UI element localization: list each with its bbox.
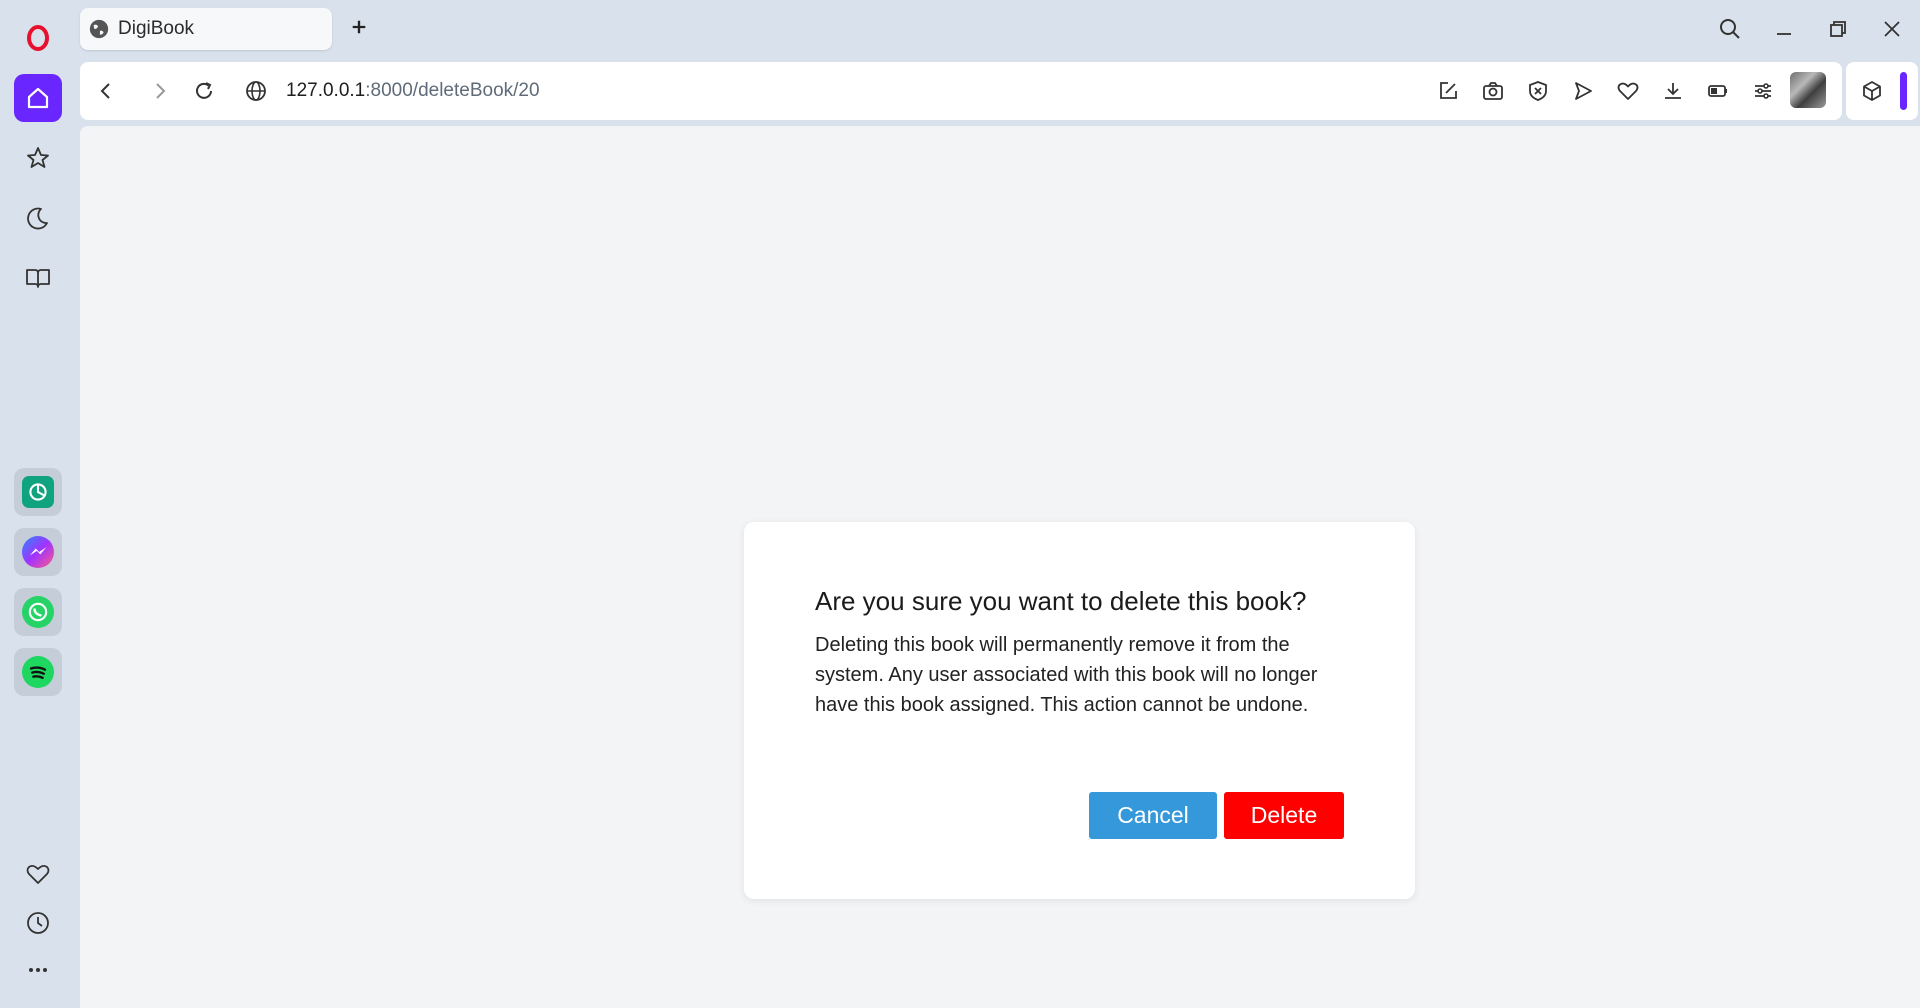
share-button[interactable]: [1432, 75, 1464, 107]
moon-icon: [27, 207, 48, 230]
search-tabs-button[interactable]: [1712, 12, 1748, 46]
battery-icon: [1708, 85, 1727, 97]
sidebar-item-home[interactable]: [14, 74, 62, 122]
heart-icon: [26, 864, 50, 884]
battery-saver-button[interactable]: [1702, 75, 1734, 107]
downloads-button[interactable]: [1657, 75, 1689, 107]
url-path: :8000/deleteBook/20: [365, 80, 540, 101]
sidebar-app-chatgpt[interactable]: [14, 468, 62, 516]
tab-title: DigiBook: [118, 18, 195, 39]
opera-logo-icon[interactable]: [14, 14, 62, 62]
send-icon: [1575, 82, 1592, 100]
dialog-message: Deleting this book will permanently remo…: [815, 634, 1318, 716]
sidebar-item-favorites[interactable]: [14, 850, 62, 898]
search-icon: [1720, 19, 1740, 39]
star-icon: [27, 147, 49, 168]
cube-icon: [1863, 81, 1881, 101]
minimize-icon: [1777, 33, 1791, 35]
shield-icon: [1529, 81, 1547, 101]
chevron-right-icon: [156, 83, 166, 99]
cancel-button[interactable]: Cancel: [1089, 792, 1217, 839]
more-icon: [29, 968, 47, 972]
flow-button[interactable]: [1567, 75, 1599, 107]
sidebar-app-messenger[interactable]: [14, 528, 62, 576]
close-icon: [1884, 21, 1900, 37]
plus-icon: [352, 20, 366, 34]
back-button[interactable]: [90, 75, 122, 107]
reload-icon: [196, 82, 212, 99]
book-icon: [26, 269, 50, 288]
snapshot-button[interactable]: [1477, 75, 1509, 107]
heart-icon: [1617, 82, 1639, 100]
reload-button[interactable]: [188, 75, 220, 107]
extensions-button[interactable]: [1856, 75, 1888, 107]
page-content: Are you sure you want to delete this boo…: [80, 126, 1920, 1008]
minimize-button[interactable]: [1766, 12, 1802, 46]
globe-icon: [246, 81, 266, 101]
address-field[interactable]: 127.0.0.1:8000/deleteBook/20: [286, 78, 540, 104]
close-window-button[interactable]: [1874, 12, 1910, 46]
sidebar-item-history-clock[interactable]: [14, 899, 62, 947]
chatgpt-icon: [22, 476, 54, 508]
edit-share-icon: [1440, 82, 1457, 99]
sidebar-toggle-indicator[interactable]: [1900, 72, 1907, 110]
my-favorites-button[interactable]: [1612, 75, 1644, 107]
messenger-icon: [22, 536, 54, 568]
download-icon: [1665, 83, 1681, 99]
chevron-left-icon: [100, 83, 110, 99]
profile-avatar[interactable]: [1790, 72, 1826, 108]
settings-sliders-icon: [1755, 83, 1771, 99]
sidebar-item-history[interactable]: [14, 194, 62, 242]
adblock-button[interactable]: [1522, 75, 1554, 107]
url-host: 127.0.0.1: [286, 80, 366, 101]
easy-setup-button[interactable]: [1747, 75, 1779, 107]
restore-icon: [1830, 21, 1846, 37]
sidebar-app-spotify[interactable]: [14, 648, 62, 696]
delete-confirm-dialog: Are you sure you want to delete this boo…: [744, 522, 1415, 899]
clock-icon: [27, 912, 49, 934]
sidebar-more-button[interactable]: [14, 946, 62, 994]
globe-favicon-icon: [89, 19, 109, 39]
address-toolbar: 127.0.0.1:8000/deleteBook/20: [80, 62, 1842, 120]
sidebar-app-whatsapp[interactable]: [14, 588, 62, 636]
browser-sidebar: [0, 0, 76, 1008]
restore-button[interactable]: [1820, 12, 1856, 46]
spotify-icon: [22, 656, 54, 688]
extensions-panel: [1846, 62, 1918, 120]
sidebar-item-bookmarks[interactable]: [14, 134, 62, 182]
home-icon: [27, 87, 49, 109]
tab-digibook[interactable]: DigiBook: [80, 8, 332, 50]
new-tab-button[interactable]: [346, 14, 372, 40]
site-info-button[interactable]: [240, 75, 272, 107]
forward-button[interactable]: [144, 75, 176, 107]
camera-icon: [1483, 82, 1503, 100]
sidebar-item-reading-list[interactable]: [14, 254, 62, 302]
dialog-title: Are you sure you want to delete this boo…: [815, 586, 1307, 616]
whatsapp-icon: [22, 596, 54, 628]
delete-button[interactable]: Delete: [1224, 792, 1344, 839]
